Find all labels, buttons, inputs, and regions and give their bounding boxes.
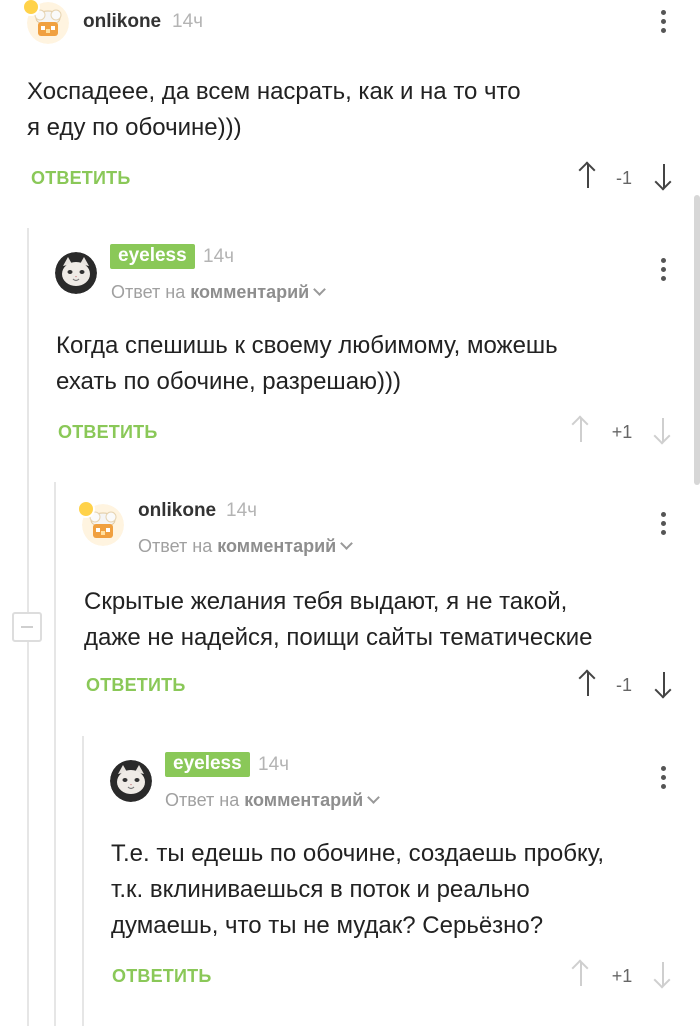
downvote-arrow-icon[interactable] — [663, 672, 665, 696]
comment: eyeless 14ч Ответ на комментарий Т.е. ты… — [0, 736, 700, 1026]
reply-to-prefix: Ответ на — [111, 282, 186, 302]
reply-to-target: комментарий — [217, 536, 337, 556]
comment-score: +1 — [611, 966, 633, 986]
comment-time: 14ч — [258, 754, 290, 775]
cat-avatar-icon — [110, 760, 152, 802]
upvote-arrow-icon[interactable] — [580, 962, 582, 986]
chevron-down-icon — [367, 791, 381, 804]
reply-to-target: комментарий — [190, 282, 310, 302]
reply-button[interactable]: ОТВЕТИТЬ — [86, 675, 185, 696]
more-menu-icon[interactable] — [658, 766, 668, 794]
chevron-down-icon — [313, 283, 327, 296]
comment-score: -1 — [615, 168, 632, 188]
comment-author[interactable]: onlikone — [83, 11, 161, 33]
comment-author[interactable]: onlikone — [138, 500, 216, 522]
comment-score: +1 — [611, 422, 633, 442]
badge-icon — [77, 500, 95, 518]
reply-to-prefix: Ответ на — [165, 790, 240, 810]
reply-button[interactable]: ОТВЕТИТЬ — [112, 966, 211, 987]
upvote-arrow-icon[interactable] — [580, 418, 582, 442]
comment-text: Когда спешишь к своему любимому, можешь … — [56, 332, 558, 395]
downvote-arrow-icon[interactable] — [662, 418, 664, 442]
comment: onlikone 14ч Хоспадеее, да всем насрать,… — [0, 0, 700, 210]
comment-text: Скрытые желания тебя выдают, я не такой,… — [84, 588, 593, 651]
more-menu-icon[interactable] — [658, 512, 668, 540]
upvote-arrow-icon[interactable] — [587, 164, 589, 188]
reply-to-prefix: Ответ на — [138, 536, 213, 556]
more-menu-icon[interactable] — [658, 258, 668, 286]
reply-to-link[interactable]: Ответ на комментарий — [111, 282, 327, 303]
reply-button[interactable]: ОТВЕТИТЬ — [31, 168, 130, 189]
comment-author[interactable]: eyeless — [165, 752, 250, 777]
comment: onlikone 14ч Ответ на комментарий Скрыты… — [0, 482, 700, 722]
comment-text: Хоспадеее, да всем насрать, как и на то … — [27, 78, 521, 141]
avatar[interactable] — [55, 252, 97, 294]
scrollbar[interactable] — [694, 195, 700, 485]
comment-author[interactable]: eyeless — [110, 244, 195, 269]
reply-to-target: комментарий — [244, 790, 364, 810]
comment-time: 14ч — [172, 11, 204, 32]
downvote-arrow-icon[interactable] — [663, 164, 665, 188]
comment-score: -1 — [615, 675, 632, 695]
downvote-arrow-icon[interactable] — [662, 962, 664, 986]
more-menu-icon[interactable] — [658, 10, 668, 38]
comment-time: 14ч — [203, 246, 235, 267]
comment-text: Т.е. ты едешь по обочине, создаешь пробк… — [111, 840, 605, 939]
reply-button[interactable]: ОТВЕТИТЬ — [58, 422, 157, 443]
reply-to-link[interactable]: Ответ на комментарий — [138, 536, 354, 557]
avatar[interactable] — [110, 760, 152, 802]
comment: eyeless 14ч Ответ на комментарий Когда с… — [0, 228, 700, 468]
upvote-arrow-icon[interactable] — [587, 672, 589, 696]
cat-avatar-icon — [55, 252, 97, 294]
reply-to-link[interactable]: Ответ на комментарий — [165, 790, 381, 811]
comment-time: 14ч — [226, 500, 258, 521]
chevron-down-icon — [340, 537, 354, 550]
